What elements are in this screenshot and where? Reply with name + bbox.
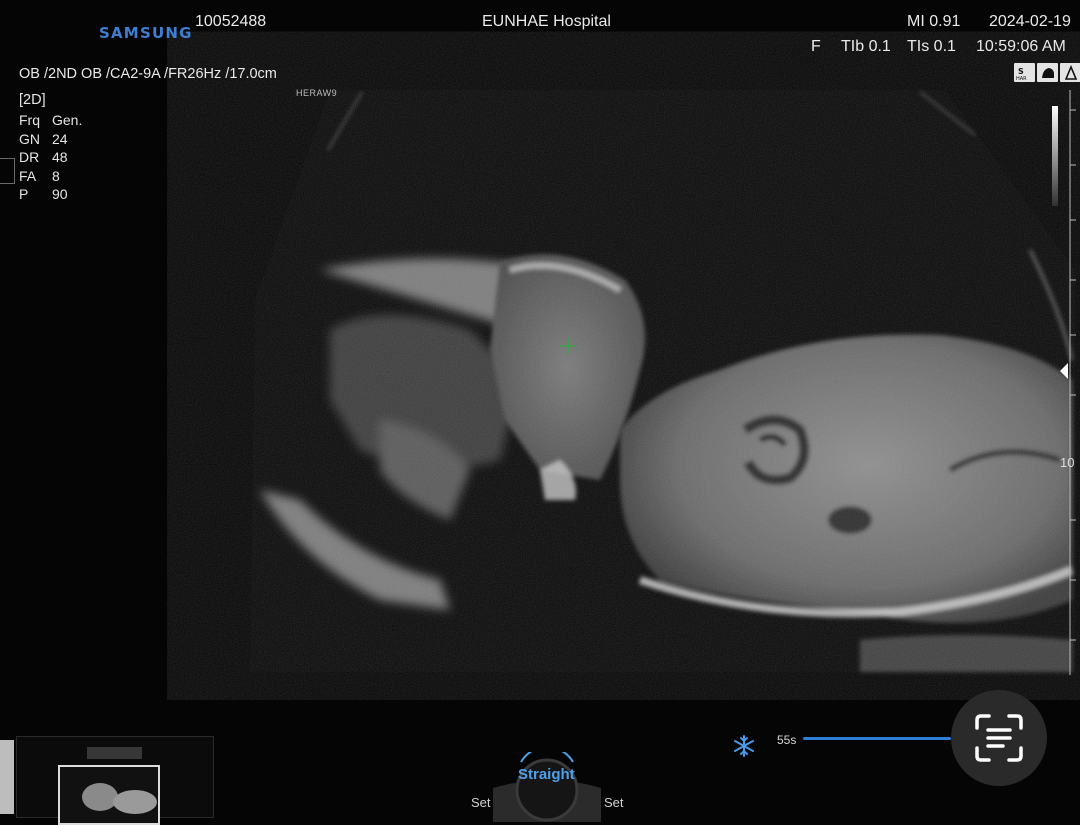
set-button-right[interactable]: Set [604, 795, 624, 810]
caliper-crosshair-icon[interactable] [560, 338, 576, 354]
svg-text:HAR: HAR [1016, 76, 1027, 81]
probe-label: HERAW9 [296, 88, 338, 98]
focus-marker-icon[interactable] [1060, 363, 1070, 379]
scan-text-button[interactable] [951, 690, 1047, 786]
side-tab[interactable] [0, 158, 15, 184]
thumbnail-image [82, 783, 157, 814]
exam-preset: OB /2ND OB /CA2-9A /FR26Hz /17.0cm [19, 66, 277, 82]
param-dynamic-range: DR 48 [19, 149, 68, 165]
param-gain: GN 24 [19, 130, 68, 147]
brand-logo: SAMSUNG [99, 24, 193, 42]
thermal-index-bone: TIb 0.1 [841, 38, 891, 55]
probe-orientation-icon[interactable] [1060, 63, 1080, 82]
svg-text:S: S [1018, 67, 1024, 76]
grayscale-bar [1052, 106, 1058, 206]
straight-dial-control[interactable] [491, 752, 603, 822]
cine-progress-bar[interactable] [803, 737, 951, 740]
straight-button[interactable]: Straight [518, 766, 575, 783]
thermal-index-soft: TIs 0.1 [907, 38, 956, 55]
freeze-snowflake-icon[interactable] [733, 735, 755, 757]
parameter-list: Frq Gen. GN 24 DR 48 FA 8 P 90 [19, 111, 82, 204]
focus-indicator: F [811, 38, 821, 55]
hospital-name: EUNHAE Hospital [482, 13, 611, 30]
param-power: P 90 [19, 186, 68, 202]
depth-label: 10 [1060, 455, 1075, 470]
sharp-icon[interactable]: S HAR [1014, 63, 1035, 82]
thumbnail-selected[interactable] [58, 765, 160, 825]
text-scan-icon [975, 714, 1023, 762]
cine-time-label: 55s [777, 733, 797, 747]
exam-time: 10:59:06 AM [976, 38, 1066, 55]
depth-ruler [1069, 90, 1076, 675]
mechanical-index: MI 0.91 [907, 13, 961, 30]
param-frequency: Frq Gen. [19, 112, 83, 128]
imaging-mode: [2D] [19, 92, 46, 108]
set-button-left[interactable]: Set [471, 795, 491, 810]
fetal-profile-icon[interactable] [1037, 63, 1058, 82]
ultrasound-image [0, 0, 1080, 700]
param-frame-average: FA 8 [19, 167, 60, 184]
left-edge-strip [0, 740, 14, 814]
ultrasound-scan-drawing [250, 90, 1080, 672]
patient-id: 10052488 [195, 13, 267, 30]
exam-date: 2024-02-19 [989, 13, 1071, 30]
status-icons: S HAR [1014, 63, 1080, 82]
